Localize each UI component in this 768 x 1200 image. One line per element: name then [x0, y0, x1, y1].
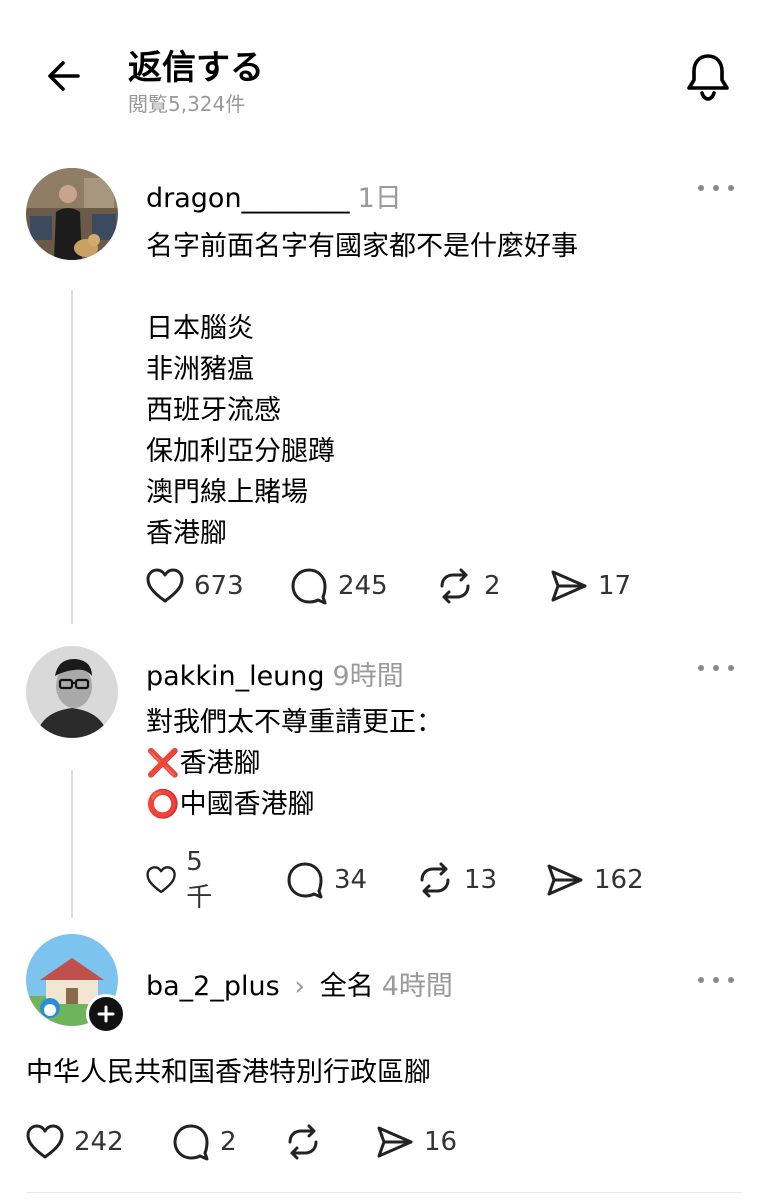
post-body: 名字前面名字有國家都不是什麼好事 日本腦炎 非洲豬瘟 西班牙流感 保加利亞分腿蹲… [146, 231, 578, 549]
share-count: 16 [424, 1127, 458, 1157]
like-button[interactable]: 242 [26, 1120, 124, 1164]
bell-icon [687, 54, 729, 101]
like-count: 5千 [186, 846, 213, 913]
more-horizontal-icon [698, 665, 704, 671]
share-button[interactable]: 17 [550, 564, 631, 608]
follow-button[interactable] [86, 994, 126, 1034]
username[interactable]: dragon________ 1日 [146, 176, 402, 215]
post-body: 中华人民共和国香港特別行政區腳 [26, 1057, 431, 1088]
send-icon [377, 1126, 413, 1158]
chevron-right-icon: › [294, 971, 306, 1002]
like-count: 242 [74, 1127, 124, 1157]
view-count: 閲覧5,324件 [128, 92, 246, 116]
post-time: 1日 [357, 183, 402, 214]
arrow-left-icon [48, 61, 80, 91]
more-dot [728, 185, 734, 191]
more-dot [713, 185, 719, 191]
repost-count: 13 [464, 865, 498, 895]
repost-icon [288, 1124, 318, 1160]
repost-count: 2 [484, 571, 501, 601]
plus-icon [97, 1005, 115, 1023]
more-horizontal-icon [698, 977, 704, 983]
repost-button[interactable] [284, 1120, 332, 1164]
share-count: 17 [598, 571, 632, 601]
username[interactable]: pakkin_leung 9時間 [146, 654, 404, 693]
comment-button[interactable]: 2 [172, 1120, 237, 1164]
username[interactable]: ba_2_plus › 全名 4時間 [146, 964, 453, 1003]
post-time: 4時間 [381, 971, 453, 1002]
share-count: 162 [594, 865, 644, 895]
comment-count: 245 [338, 571, 388, 601]
more-options-button[interactable] [694, 968, 738, 992]
comment-count: 34 [334, 865, 368, 895]
divider [26, 1192, 742, 1193]
heart-icon [146, 866, 176, 894]
post-body: 對我們太不尊重請更正： ❌香港腳 ⭕中國香港腳 [146, 707, 443, 820]
send-icon [551, 570, 587, 602]
comment-bubble-icon [287, 862, 323, 899]
avatar[interactable] [26, 646, 118, 738]
page-title: 返信する [128, 48, 264, 88]
thread-line [71, 770, 73, 918]
thread-line [71, 290, 73, 624]
more-options-button[interactable] [694, 176, 738, 200]
username-text[interactable]: pakkin_leung [146, 661, 325, 692]
post-time: 9時間 [332, 661, 404, 692]
more-dot [713, 977, 719, 983]
more-options-button[interactable] [694, 656, 738, 680]
comment-count: 2 [220, 1127, 237, 1157]
more-horizontal-icon [698, 185, 704, 191]
comment-bubble-icon [173, 1124, 209, 1161]
avatar[interactable] [26, 168, 118, 260]
repost-button[interactable]: 13 [416, 858, 497, 902]
share-button[interactable]: 162 [546, 858, 644, 902]
notification-button[interactable] [680, 48, 736, 104]
top-bar: 返信する 閲覧5,324件 [0, 0, 768, 140]
display-name[interactable]: 全名 [320, 971, 374, 1002]
repost-icon [440, 568, 470, 604]
more-dot [728, 665, 734, 671]
heart-icon [26, 1124, 64, 1159]
like-button[interactable]: 5千 [146, 847, 220, 913]
heart-icon [146, 568, 184, 603]
share-button[interactable]: 16 [376, 1120, 457, 1164]
repost-icon [420, 862, 450, 898]
like-count: 673 [194, 571, 244, 601]
username-text[interactable]: ba_2_plus [146, 971, 280, 1002]
like-button[interactable]: 673 [146, 564, 244, 608]
more-dot [713, 665, 719, 671]
repost-button[interactable]: 2 [436, 564, 501, 608]
comment-bubble-icon [291, 568, 327, 605]
comment-button[interactable]: 34 [286, 858, 367, 902]
comment-button[interactable]: 245 [290, 564, 388, 608]
more-dot [728, 977, 734, 983]
back-button[interactable] [40, 52, 88, 100]
send-icon [547, 864, 583, 896]
username-text[interactable]: dragon________ [146, 183, 350, 214]
